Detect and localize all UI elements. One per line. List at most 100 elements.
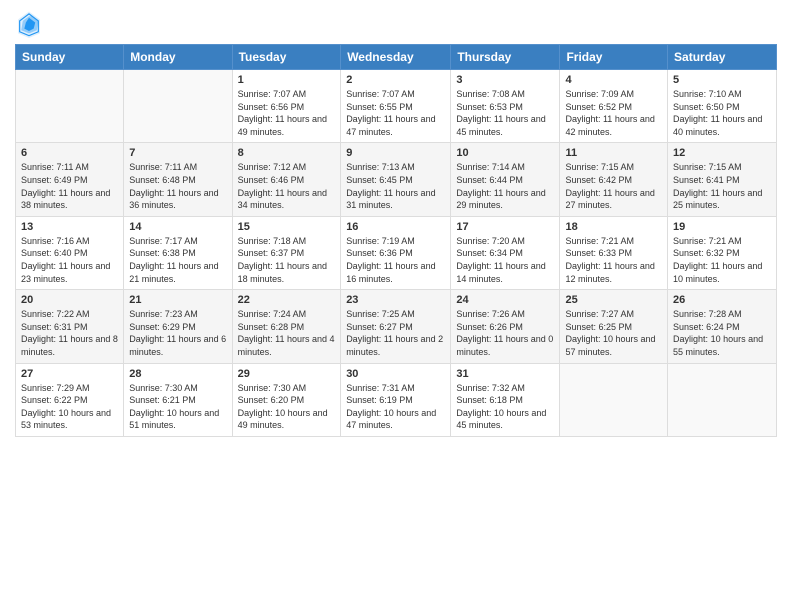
day-number: 18 xyxy=(565,221,662,233)
day-info: Sunrise: 7:14 AM Sunset: 6:44 PM Dayligh… xyxy=(456,161,554,211)
day-info: Sunrise: 7:29 AM Sunset: 6:22 PM Dayligh… xyxy=(21,382,118,432)
day-number: 25 xyxy=(565,294,662,306)
day-number: 15 xyxy=(238,221,336,233)
day-cell: 3 Sunrise: 7:08 AM Sunset: 6:53 PM Daylig… xyxy=(451,70,560,143)
day-number: 24 xyxy=(456,294,554,306)
day-number: 6 xyxy=(21,147,118,159)
day-number: 19 xyxy=(673,221,771,233)
week-row-4: 20 Sunrise: 7:22 AM Sunset: 6:31 PM Dayli… xyxy=(16,290,777,363)
day-info: Sunrise: 7:09 AM Sunset: 6:52 PM Dayligh… xyxy=(565,88,662,138)
weekday-header-tuesday: Tuesday xyxy=(232,45,341,70)
day-number: 2 xyxy=(346,74,445,86)
day-cell: 30 Sunrise: 7:31 AM Sunset: 6:19 PM Dayli… xyxy=(341,363,451,436)
day-cell: 9 Sunrise: 7:13 AM Sunset: 6:45 PM Daylig… xyxy=(341,143,451,216)
day-info: Sunrise: 7:25 AM Sunset: 6:27 PM Dayligh… xyxy=(346,308,445,358)
week-row-5: 27Sunrise: 7:29 AM Sunset: 6:22 PM Dayli… xyxy=(16,363,777,436)
day-cell: 4 Sunrise: 7:09 AM Sunset: 6:52 PM Daylig… xyxy=(560,70,668,143)
day-number: 20 xyxy=(21,294,118,306)
day-info: Sunrise: 7:08 AM Sunset: 6:53 PM Dayligh… xyxy=(456,88,554,138)
day-number: 26 xyxy=(673,294,771,306)
day-info: Sunrise: 7:07 AM Sunset: 6:55 PM Dayligh… xyxy=(346,88,445,138)
day-cell: 28 Sunrise: 7:30 AM Sunset: 6:21 PM Dayli… xyxy=(124,363,232,436)
week-row-1: 1 Sunrise: 7:07 AM Sunset: 6:56 PM Daylig… xyxy=(16,70,777,143)
day-number: 29 xyxy=(238,368,336,380)
day-cell: 12 Sunrise: 7:15 AM Sunset: 6:41 PM Dayli… xyxy=(668,143,777,216)
header xyxy=(15,10,777,38)
day-info: Sunrise: 7:19 AM Sunset: 6:36 PM Dayligh… xyxy=(346,235,445,285)
day-info: Sunrise: 7:28 AM Sunset: 6:24 PM Dayligh… xyxy=(673,308,771,358)
day-cell xyxy=(668,363,777,436)
day-number: 1 xyxy=(238,74,336,86)
day-info: Sunrise: 7:17 AM Sunset: 6:38 PM Dayligh… xyxy=(129,235,226,285)
day-cell: 10 Sunrise: 7:14 AM Sunset: 6:44 PM Dayli… xyxy=(451,143,560,216)
day-cell: 19 Sunrise: 7:21 AM Sunset: 6:32 PM Dayli… xyxy=(668,216,777,289)
day-info: Sunrise: 7:32 AM Sunset: 6:18 PM Dayligh… xyxy=(456,382,554,432)
day-cell: 8Sunrise: 7:12 AM Sunset: 6:46 PM Daylig… xyxy=(232,143,341,216)
day-info: Sunrise: 7:13 AM Sunset: 6:45 PM Dayligh… xyxy=(346,161,445,211)
day-cell: 15 Sunrise: 7:18 AM Sunset: 6:37 PM Dayli… xyxy=(232,216,341,289)
day-cell: 24 Sunrise: 7:26 AM Sunset: 6:26 PM Dayli… xyxy=(451,290,560,363)
day-info: Sunrise: 7:31 AM Sunset: 6:19 PM Dayligh… xyxy=(346,382,445,432)
day-number: 4 xyxy=(565,74,662,86)
day-info: Sunrise: 7:21 AM Sunset: 6:33 PM Dayligh… xyxy=(565,235,662,285)
day-cell: 29 Sunrise: 7:30 AM Sunset: 6:20 PM Dayli… xyxy=(232,363,341,436)
day-cell: 23 Sunrise: 7:25 AM Sunset: 6:27 PM Dayli… xyxy=(341,290,451,363)
day-cell: 7Sunrise: 7:11 AM Sunset: 6:48 PM Daylig… xyxy=(124,143,232,216)
day-info: Sunrise: 7:07 AM Sunset: 6:56 PM Dayligh… xyxy=(238,88,336,138)
day-cell: 16 Sunrise: 7:19 AM Sunset: 6:36 PM Dayli… xyxy=(341,216,451,289)
day-cell: 26 Sunrise: 7:28 AM Sunset: 6:24 PM Dayli… xyxy=(668,290,777,363)
weekday-header-monday: Monday xyxy=(124,45,232,70)
day-number: 11 xyxy=(565,147,662,159)
day-cell: 25 Sunrise: 7:27 AM Sunset: 6:25 PM Dayli… xyxy=(560,290,668,363)
calendar: SundayMondayTuesdayWednesdayThursdayFrid… xyxy=(15,44,777,437)
day-cell: 20 Sunrise: 7:22 AM Sunset: 6:31 PM Dayli… xyxy=(16,290,124,363)
day-cell xyxy=(124,70,232,143)
week-row-3: 13Sunrise: 7:16 AM Sunset: 6:40 PM Dayli… xyxy=(16,216,777,289)
day-info: Sunrise: 7:12 AM Sunset: 6:46 PM Dayligh… xyxy=(238,161,336,211)
logo xyxy=(15,10,47,38)
day-number: 5 xyxy=(673,74,771,86)
day-cell xyxy=(560,363,668,436)
day-number: 30 xyxy=(346,368,445,380)
day-number: 17 xyxy=(456,221,554,233)
day-number: 10 xyxy=(456,147,554,159)
day-number: 23 xyxy=(346,294,445,306)
logo-icon xyxy=(15,10,43,38)
day-info: Sunrise: 7:30 AM Sunset: 6:20 PM Dayligh… xyxy=(238,382,336,432)
day-number: 31 xyxy=(456,368,554,380)
day-number: 22 xyxy=(238,294,336,306)
day-cell: 22Sunrise: 7:24 AM Sunset: 6:28 PM Dayli… xyxy=(232,290,341,363)
day-info: Sunrise: 7:27 AM Sunset: 6:25 PM Dayligh… xyxy=(565,308,662,358)
day-info: Sunrise: 7:10 AM Sunset: 6:50 PM Dayligh… xyxy=(673,88,771,138)
day-info: Sunrise: 7:21 AM Sunset: 6:32 PM Dayligh… xyxy=(673,235,771,285)
weekday-header-sunday: Sunday xyxy=(16,45,124,70)
weekday-header-wednesday: Wednesday xyxy=(341,45,451,70)
day-number: 28 xyxy=(129,368,226,380)
day-info: Sunrise: 7:26 AM Sunset: 6:26 PM Dayligh… xyxy=(456,308,554,358)
day-cell: 2 Sunrise: 7:07 AM Sunset: 6:55 PM Daylig… xyxy=(341,70,451,143)
day-cell: 17Sunrise: 7:20 AM Sunset: 6:34 PM Dayli… xyxy=(451,216,560,289)
day-number: 12 xyxy=(673,147,771,159)
day-info: Sunrise: 7:15 AM Sunset: 6:41 PM Dayligh… xyxy=(673,161,771,211)
day-cell: 5 Sunrise: 7:10 AM Sunset: 6:50 PM Daylig… xyxy=(668,70,777,143)
day-number: 9 xyxy=(346,147,445,159)
day-cell: 27Sunrise: 7:29 AM Sunset: 6:22 PM Dayli… xyxy=(16,363,124,436)
day-number: 14 xyxy=(129,221,226,233)
day-number: 16 xyxy=(346,221,445,233)
weekday-header-row: SundayMondayTuesdayWednesdayThursdayFrid… xyxy=(16,45,777,70)
day-cell: 31 Sunrise: 7:32 AM Sunset: 6:18 PM Dayli… xyxy=(451,363,560,436)
day-info: Sunrise: 7:16 AM Sunset: 6:40 PM Dayligh… xyxy=(21,235,118,285)
day-cell: 11 Sunrise: 7:15 AM Sunset: 6:42 PM Dayli… xyxy=(560,143,668,216)
day-info: Sunrise: 7:15 AM Sunset: 6:42 PM Dayligh… xyxy=(565,161,662,211)
day-info: Sunrise: 7:18 AM Sunset: 6:37 PM Dayligh… xyxy=(238,235,336,285)
weekday-header-friday: Friday xyxy=(560,45,668,70)
week-row-2: 6 Sunrise: 7:11 AM Sunset: 6:49 PM Daylig… xyxy=(16,143,777,216)
day-info: Sunrise: 7:30 AM Sunset: 6:21 PM Dayligh… xyxy=(129,382,226,432)
day-cell: 1 Sunrise: 7:07 AM Sunset: 6:56 PM Daylig… xyxy=(232,70,341,143)
page: SundayMondayTuesdayWednesdayThursdayFrid… xyxy=(0,0,792,612)
day-number: 21 xyxy=(129,294,226,306)
day-cell: 13Sunrise: 7:16 AM Sunset: 6:40 PM Dayli… xyxy=(16,216,124,289)
day-number: 3 xyxy=(456,74,554,86)
day-info: Sunrise: 7:22 AM Sunset: 6:31 PM Dayligh… xyxy=(21,308,118,358)
day-info: Sunrise: 7:11 AM Sunset: 6:49 PM Dayligh… xyxy=(21,161,118,211)
